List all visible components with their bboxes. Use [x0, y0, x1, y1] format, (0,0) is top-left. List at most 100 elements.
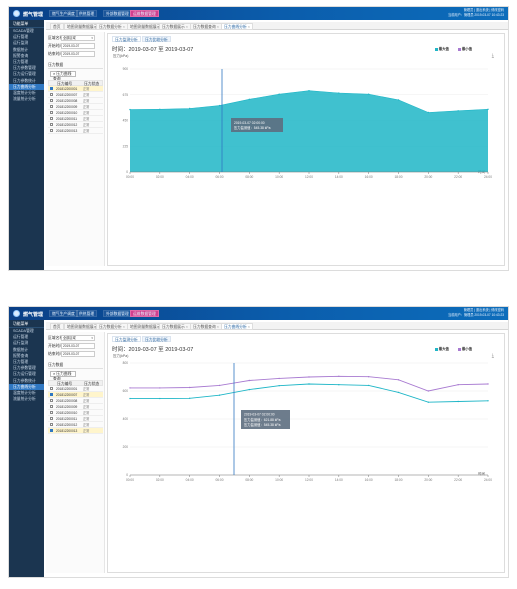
checkbox[interactable]: [50, 87, 53, 90]
query-button[interactable]: ⌕ 压力曲线查询: [50, 71, 76, 81]
checkbox[interactable]: [50, 105, 53, 108]
data-point[interactable]: [397, 99, 400, 101]
data-point[interactable]: [487, 108, 489, 110]
data-point[interactable]: [218, 104, 221, 107]
nav-item-active[interactable]: 运维数据管理: [130, 310, 159, 317]
data-point[interactable]: [367, 93, 370, 95]
data-point[interactable]: [367, 384, 370, 387]
nav-item[interactable]: 外部数据管理: [103, 310, 132, 317]
nav-item[interactable]: 供热管理: [76, 10, 98, 17]
data-point[interactable]: [487, 383, 489, 385]
data-point[interactable]: [457, 110, 459, 112]
close-icon[interactable]: ×: [123, 25, 125, 29]
data-point[interactable]: [188, 386, 191, 389]
data-point[interactable]: [129, 387, 131, 389]
checkbox[interactable]: [50, 123, 53, 126]
tab[interactable]: 压力数据查询×: [190, 323, 222, 330]
data-point[interactable]: [338, 375, 340, 377]
x-tick-label: 00:00: [126, 478, 134, 482]
data-point[interactable]: [248, 379, 251, 382]
nav-item[interactable]: 燃气生产调度: [49, 310, 78, 317]
data-point[interactable]: [159, 397, 161, 400]
data-point[interactable]: [427, 390, 430, 392]
chart-tab[interactable]: 压力监测分析: [112, 336, 141, 342]
data-point[interactable]: [397, 391, 400, 394]
start-date-input[interactable]: 2019-03-07: [61, 343, 95, 349]
checkbox[interactable]: [50, 429, 53, 432]
logo-icon: [13, 310, 20, 317]
tab-active[interactable]: 压力曲线分析×: [221, 23, 253, 30]
data-point[interactable]: [308, 383, 310, 385]
table-row[interactable]: 201812200013 正常: [48, 428, 103, 434]
tab[interactable]: 压力数据分析×: [96, 323, 128, 330]
data-point[interactable]: [308, 90, 310, 92]
data-point[interactable]: [218, 384, 221, 387]
checkbox[interactable]: [50, 417, 53, 420]
query-button[interactable]: ⌕ 压力曲线查询: [50, 371, 76, 381]
data-point[interactable]: [218, 394, 221, 396]
nav-item[interactable]: 供热管理: [76, 310, 98, 317]
data-point[interactable]: [159, 387, 161, 389]
close-icon[interactable]: ×: [248, 25, 250, 29]
checkbox[interactable]: [50, 111, 53, 114]
area-select[interactable]: 全部区域 ▾: [61, 35, 95, 41]
tab[interactable]: 首页: [50, 23, 64, 30]
checkbox[interactable]: [50, 117, 53, 120]
close-icon[interactable]: ×: [217, 25, 219, 29]
area-select[interactable]: 全部区域 ▾: [61, 335, 95, 341]
data-point[interactable]: [278, 384, 280, 387]
checkbox[interactable]: [50, 393, 53, 396]
close-icon[interactable]: ×: [123, 325, 125, 329]
tab[interactable]: 压力数据查询×: [190, 23, 222, 30]
data-point[interactable]: [457, 384, 459, 386]
checkbox[interactable]: [50, 411, 53, 414]
data-point[interactable]: [278, 93, 280, 95]
end-date-input[interactable]: 2019-03-07: [61, 351, 95, 357]
data-point[interactable]: [129, 397, 131, 400]
end-date-input[interactable]: 2019-03-07: [61, 51, 95, 57]
data-point[interactable]: [427, 401, 430, 403]
data-point[interactable]: [248, 388, 251, 391]
data-point[interactable]: [159, 108, 161, 110]
checkbox[interactable]: [50, 423, 53, 426]
nav-item[interactable]: 外部数据管理: [103, 10, 132, 17]
checkbox[interactable]: [50, 399, 53, 402]
data-point[interactable]: [278, 377, 280, 380]
data-point[interactable]: [397, 379, 400, 381]
table-row[interactable]: 201812200013 正常: [48, 128, 103, 134]
close-icon[interactable]: ×: [186, 25, 188, 29]
tab[interactable]: 压力数据分析×: [96, 23, 128, 30]
checkbox[interactable]: [50, 93, 53, 96]
chart-tab[interactable]: 压力比较分析: [142, 336, 171, 342]
tab[interactable]: 压力数据展示×: [159, 23, 191, 30]
chart-tab[interactable]: 压力监测分析: [112, 36, 141, 42]
data-point[interactable]: [188, 107, 191, 110]
end-date-value: 2019-03-07: [63, 352, 80, 356]
nav-item-active[interactable]: 运维数据管理: [130, 10, 159, 17]
tab[interactable]: 首页: [50, 323, 64, 330]
data-point[interactable]: [338, 384, 340, 386]
tab[interactable]: 压力数据展示×: [159, 323, 191, 330]
data-point[interactable]: [367, 376, 370, 378]
data-point[interactable]: [308, 376, 310, 378]
close-icon[interactable]: ×: [186, 325, 188, 329]
sidebar-item[interactable]: 流量统计分析: [9, 96, 44, 102]
nav-item[interactable]: 燃气生产调度: [49, 10, 78, 17]
data-point[interactable]: [129, 108, 131, 111]
data-point[interactable]: [427, 111, 430, 114]
checkbox[interactable]: [50, 99, 53, 102]
data-point[interactable]: [248, 98, 251, 101]
start-date-input[interactable]: 2019-03-07: [61, 43, 95, 49]
close-icon[interactable]: ×: [217, 325, 219, 329]
checkbox[interactable]: [50, 129, 53, 132]
data-point[interactable]: [487, 400, 489, 402]
tab-active[interactable]: 压力曲线分析×: [221, 323, 253, 330]
close-icon[interactable]: ×: [248, 325, 250, 329]
data-point[interactable]: [338, 92, 340, 94]
chart-tab[interactable]: 压力比较分析: [142, 36, 171, 42]
data-point[interactable]: [457, 400, 459, 403]
data-point[interactable]: [188, 397, 191, 399]
sidebar-item[interactable]: 流量统计分析: [9, 396, 44, 402]
checkbox[interactable]: [50, 387, 53, 390]
checkbox[interactable]: [50, 405, 53, 408]
